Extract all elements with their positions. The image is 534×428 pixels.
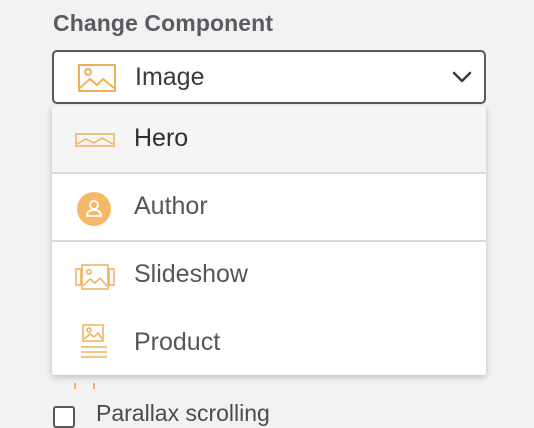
- option-product[interactable]: Product: [52, 308, 486, 375]
- option-hero[interactable]: Hero: [52, 106, 486, 172]
- option-label: Slideshow: [134, 260, 248, 288]
- section-title: Change Component: [53, 10, 274, 36]
- slideshow-icon: [75, 264, 115, 290]
- option-label: Product: [134, 328, 221, 356]
- component-dropdown-menu: Hero Author Slideshow Product: [52, 106, 486, 375]
- option-slideshow[interactable]: Slideshow: [52, 242, 486, 308]
- partially-hidden-icon: [74, 376, 96, 389]
- option-label: Author: [134, 192, 208, 220]
- option-author[interactable]: Author: [52, 174, 486, 240]
- author-avatar-icon: [77, 192, 111, 226]
- parallax-checkbox[interactable]: [53, 406, 75, 428]
- hero-banner-icon: [75, 133, 115, 147]
- option-label: Hero: [134, 124, 189, 152]
- image-icon: [78, 64, 116, 92]
- checkbox-label: Parallax scrolling: [96, 400, 270, 426]
- component-select[interactable]: Image: [52, 50, 486, 104]
- chevron-down-icon[interactable]: [452, 70, 472, 84]
- product-icon: [80, 324, 110, 360]
- select-value: Image: [135, 63, 205, 91]
